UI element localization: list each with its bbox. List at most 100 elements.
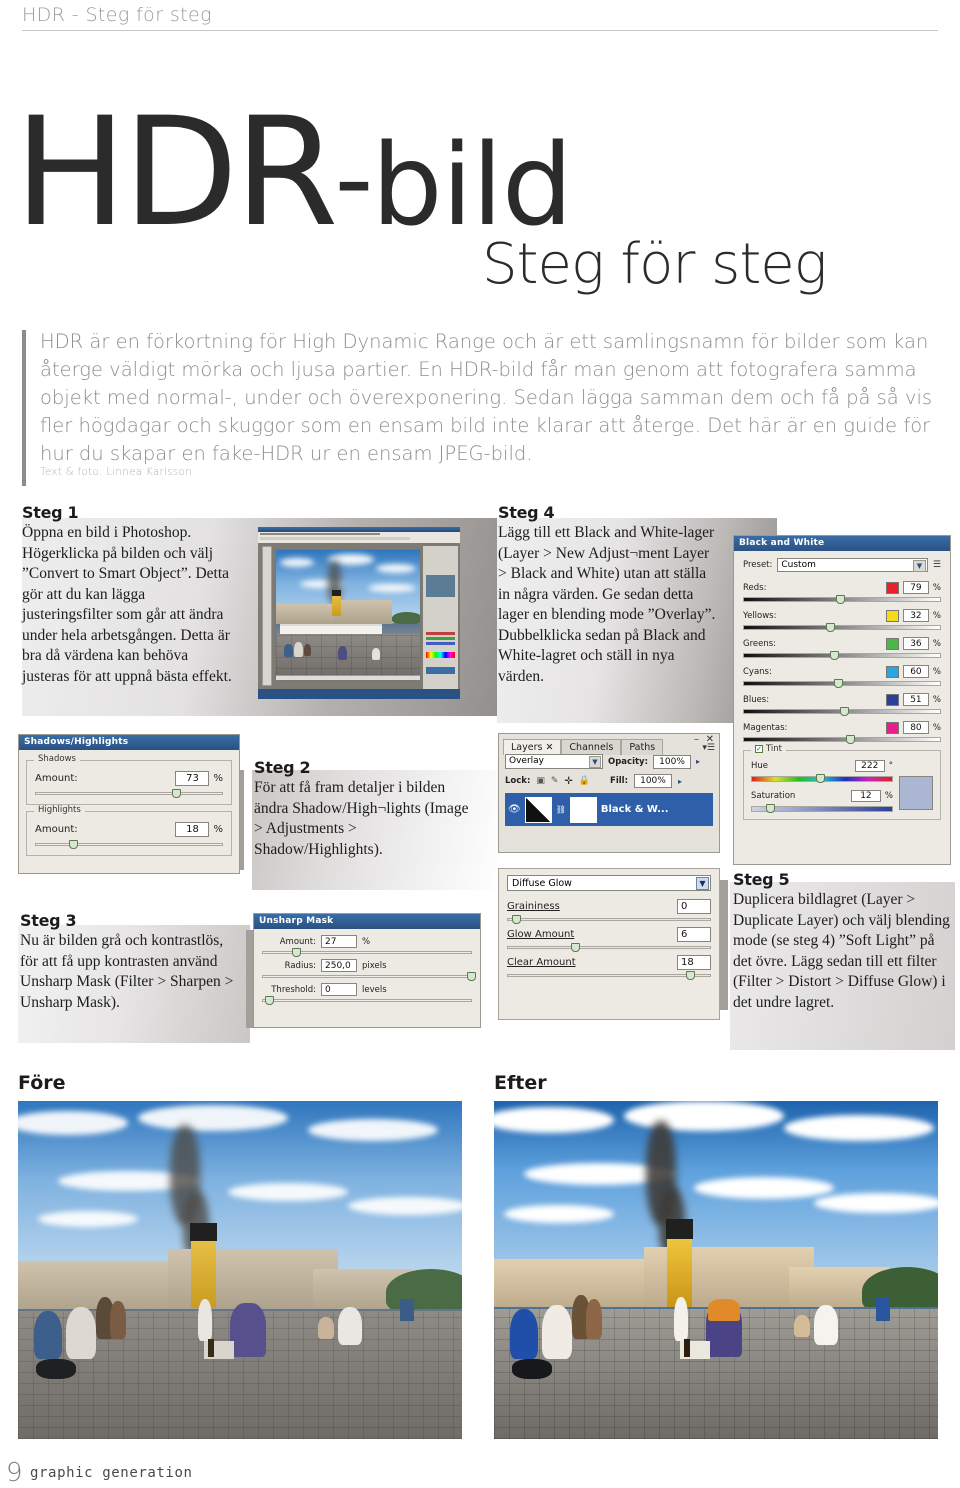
black-and-white-dialog-title: Black and White: [734, 536, 950, 551]
bw-channel-unit: %: [932, 610, 941, 621]
unsharp-mask-row: Radius: 250,0 pixels: [262, 959, 476, 981]
usm-unit: levels: [362, 984, 387, 995]
fill-value[interactable]: 100%: [633, 774, 672, 788]
layer-link-icon[interactable]: ⛓: [556, 805, 566, 814]
step3-heading: Steg 3: [20, 911, 77, 930]
saturation-value[interactable]: 12: [850, 790, 881, 802]
black-and-white-dialog[interactable]: Black and White Preset: Custom ▼ ☰ Reds:…: [733, 535, 951, 865]
after-label: Efter: [494, 1072, 547, 1094]
lock-all-icon[interactable]: 🔒: [579, 776, 590, 786]
bw-channel-swatch: [885, 693, 899, 706]
chevron-down-icon[interactable]: ▼: [589, 756, 601, 768]
bw-channel-slider[interactable]: [743, 651, 941, 660]
saturation-slider[interactable]: [751, 804, 893, 813]
bw-channel-label: Greens:: [743, 638, 777, 649]
chevron-down-icon[interactable]: ▼: [696, 877, 709, 890]
minimize-icon[interactable]: –: [694, 734, 699, 745]
usm-slider[interactable]: [262, 972, 476, 981]
diffuse-glow-row: Graininess 0: [507, 899, 711, 924]
tint-checkbox[interactable]: ✓: [755, 745, 763, 753]
opacity-flyout-icon[interactable]: ▸: [696, 757, 700, 766]
unsharp-mask-row: Amount: 27%: [262, 935, 472, 957]
bw-channel-value[interactable]: 36: [902, 637, 929, 650]
unsharp-mask-row: Threshold: 0 levels: [262, 983, 472, 1005]
usm-slider[interactable]: [262, 996, 472, 1005]
amount-slider[interactable]: [35, 840, 223, 849]
unsharp-mask-dialog-title: Unsharp Mask: [254, 914, 480, 929]
group-legend: Highlights: [34, 805, 85, 815]
saturation-label: Saturation: [751, 791, 796, 801]
layers-panel[interactable]: Layers ✕ Channels Paths – ✕ ▾☰ Overlay ▼ O…: [498, 733, 720, 853]
bw-channel-slider[interactable]: [743, 735, 941, 744]
after-photo: [494, 1101, 938, 1439]
preset-select[interactable]: Custom ▼: [777, 558, 928, 572]
filter-select[interactable]: Diffuse Glow ▼: [507, 875, 711, 891]
diffuse-glow-row: Glow Amount 6: [507, 927, 711, 952]
usm-value[interactable]: 0: [321, 983, 357, 996]
bw-channel-slider[interactable]: [743, 679, 941, 688]
bw-channel-value[interactable]: 79: [902, 581, 929, 594]
bw-channel-value[interactable]: 32: [902, 609, 929, 622]
amount-slider[interactable]: [35, 789, 223, 798]
usm-slider[interactable]: [262, 948, 472, 957]
layer-row[interactable]: 👁 ⛓ Black & W...: [505, 793, 713, 826]
dg-label: Graininess: [507, 901, 560, 912]
dg-value[interactable]: 6: [677, 927, 711, 942]
group-legend: Shadows: [34, 754, 80, 764]
layers-tab-paths[interactable]: Paths: [621, 739, 664, 755]
hue-value[interactable]: 222: [854, 760, 885, 772]
shadows-highlights-dialog[interactable]: Shadows/Highlights Shadows Amount: 73% High…: [18, 734, 240, 874]
dg-label: Clear Amount: [507, 957, 576, 968]
diffuse-glow-row: Clear Amount 18: [507, 955, 711, 980]
diffuse-glow-dialog[interactable]: Diffuse Glow ▼ Graininess 0 Glow Amount 6 Cl…: [498, 868, 720, 1020]
dg-value[interactable]: 18: [677, 955, 711, 970]
usm-value[interactable]: 250,0: [321, 959, 357, 972]
blend-mode-select[interactable]: Overlay ▼: [505, 754, 603, 769]
hue-label: Hue: [751, 761, 769, 771]
bw-channel-row: Cyans: 60%: [743, 665, 941, 688]
dg-label: Glow Amount: [507, 929, 575, 940]
layer-name: Black & W...: [600, 804, 669, 815]
layer-thumbnail[interactable]: [524, 796, 552, 823]
preset-menu-icon[interactable]: ☰: [933, 560, 941, 570]
intro-accent-bar: [22, 330, 26, 486]
layers-tab-channels[interactable]: Channels: [561, 739, 622, 755]
dg-slider[interactable]: [507, 915, 711, 924]
bw-channel-label: Magentas:: [743, 722, 788, 733]
lock-image-icon[interactable]: ✎: [551, 776, 559, 786]
hue-slider[interactable]: [751, 774, 893, 783]
chevron-down-icon[interactable]: ▼: [912, 560, 926, 572]
bw-channel-swatch: [885, 721, 899, 734]
panel-menu-icon[interactable]: ▾☰: [702, 743, 715, 753]
bw-channel-slider[interactable]: [743, 623, 941, 632]
amount-value[interactable]: 18: [175, 822, 210, 837]
intro-paragraph: HDR är en förkortning för High Dynamic R…: [40, 330, 933, 465]
bw-channel-unit: %: [932, 638, 941, 649]
tint-label: Tint: [766, 744, 783, 754]
saturation-unit: %: [884, 791, 893, 801]
bw-channel-slider[interactable]: [743, 595, 941, 604]
layer-visibility-icon[interactable]: 👁: [508, 804, 521, 815]
layers-panel-tabs[interactable]: Layers ✕ Channels Paths: [503, 739, 664, 755]
brand-logo: graphic generation: [30, 1465, 193, 1481]
bw-channel-value[interactable]: 51: [902, 693, 929, 706]
dg-value[interactable]: 0: [677, 899, 711, 914]
bw-channel-value[interactable]: 60: [902, 665, 929, 678]
layer-mask-thumbnail[interactable]: [569, 796, 597, 823]
usm-value[interactable]: 27: [321, 935, 357, 948]
lock-transparency-icon[interactable]: ▣: [536, 776, 545, 786]
amount-value[interactable]: 73: [175, 771, 210, 786]
fill-label: Fill:: [610, 776, 628, 786]
step4-body: Lägg till ett Black and White-lager (Lay…: [498, 524, 716, 685]
layers-tab-layers[interactable]: Layers ✕: [503, 739, 562, 755]
lock-position-icon[interactable]: ✛: [564, 776, 572, 787]
bw-channel-label: Cyans:: [743, 666, 772, 677]
fill-flyout-icon[interactable]: ▸: [678, 777, 682, 786]
dg-slider[interactable]: [507, 943, 711, 952]
bw-channel-slider[interactable]: [743, 707, 941, 716]
opacity-value[interactable]: 100%: [653, 754, 692, 769]
bw-channel-value[interactable]: 80: [902, 721, 929, 734]
dg-slider[interactable]: [507, 971, 711, 980]
unsharp-mask-dialog[interactable]: Unsharp Mask Amount: 27% Radius: 250,0 pixel…: [253, 913, 481, 1028]
tint-preview-swatch[interactable]: [899, 776, 933, 810]
